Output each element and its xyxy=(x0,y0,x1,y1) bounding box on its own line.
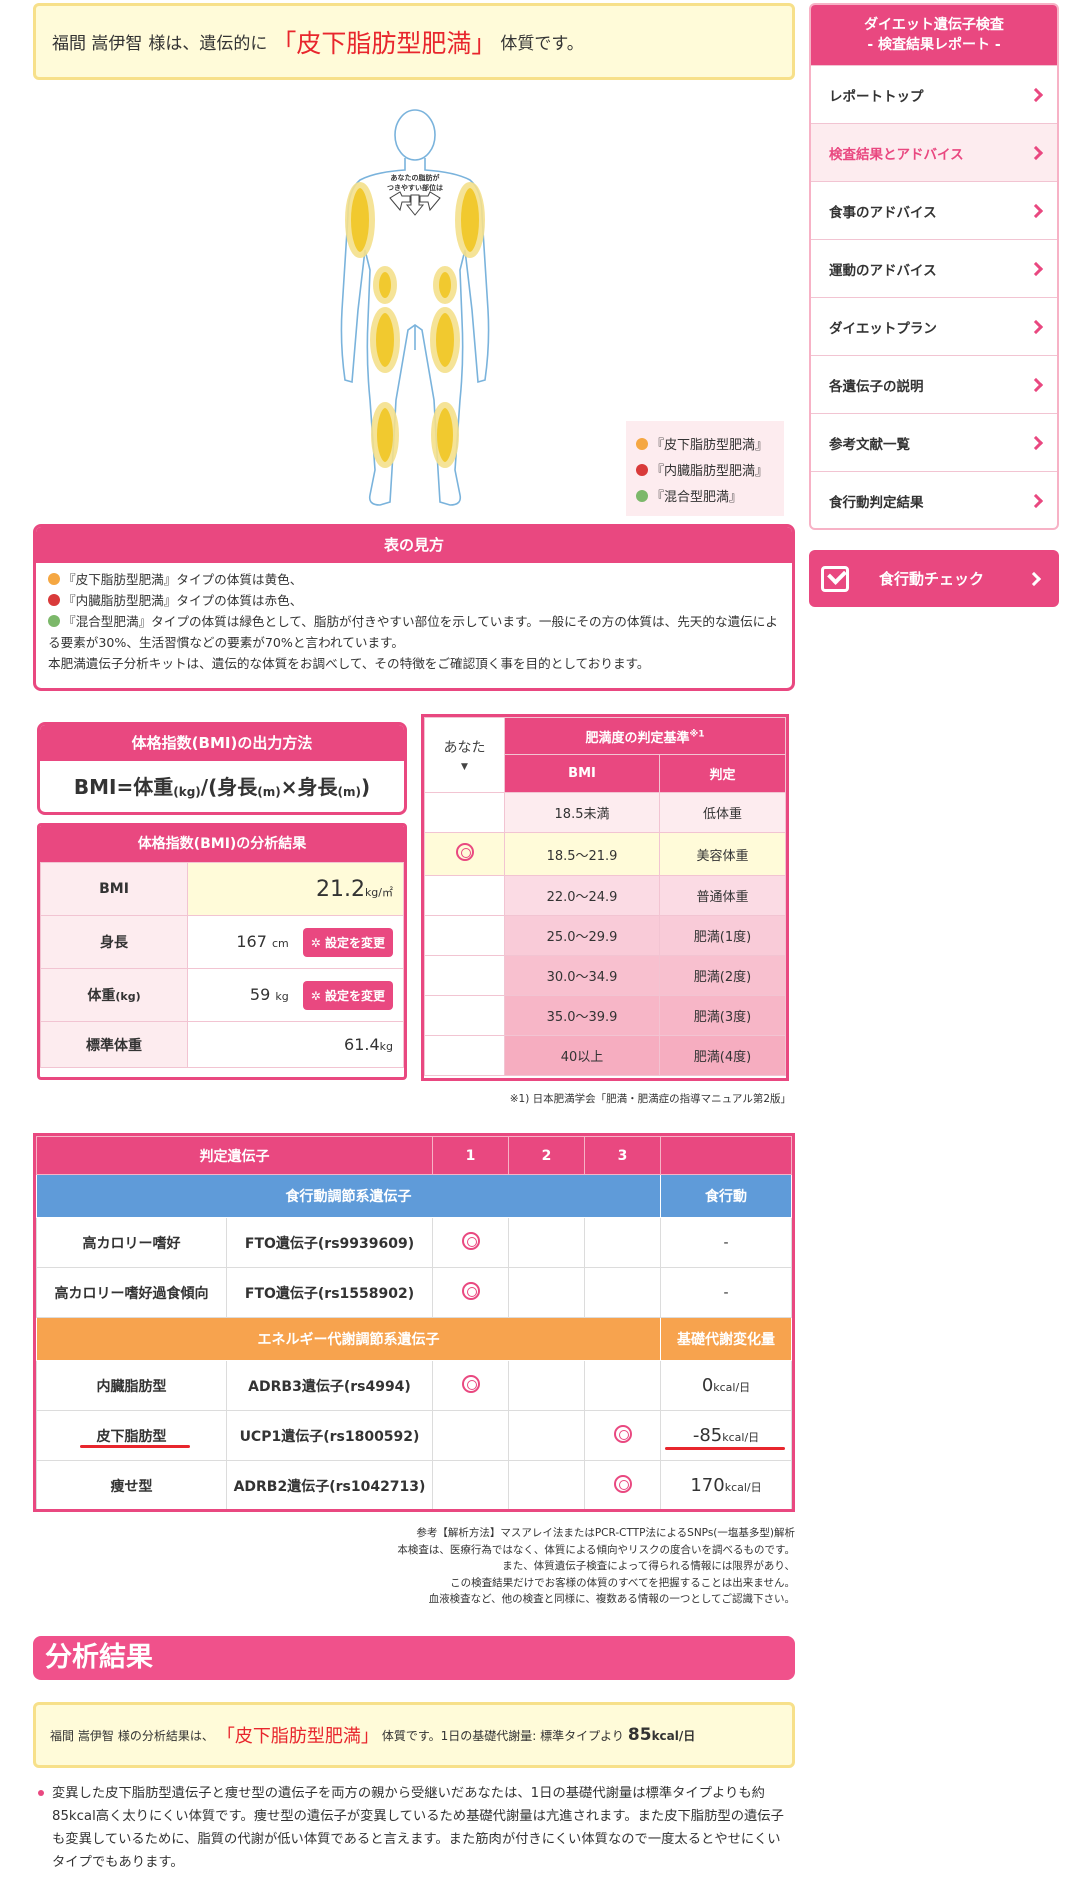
chevron-right-icon xyxy=(1026,571,1042,586)
red-dot-icon xyxy=(48,594,60,606)
bmi-result-panel: 体格指数(BMI)の分析結果 BMI 21.2kg/㎡ 身長 167 cm ✲ 設… xyxy=(37,823,407,1080)
double-circle-icon xyxy=(461,1231,480,1250)
banner-suffix: 体質です。 xyxy=(500,34,584,54)
criteria-col-bmi: BMI xyxy=(503,754,661,793)
legend-item-subcutaneous: 『皮下脂肪型肥満』 xyxy=(636,433,774,459)
eating-check-button[interactable]: 食行動チェック xyxy=(809,550,1059,607)
analysis-text: 変異した皮下脂肪型遺伝子と痩せ型の遺伝子を両方の親から受継いだあなたは、1日の基… xyxy=(38,1782,793,1874)
bmi-value: 21.2 xyxy=(315,876,365,902)
bmi-formula-title: 体格指数(BMI)の出力方法 xyxy=(40,725,404,761)
howto-line-yellow: 『皮下脂肪型肥満』タイプの体質は黄色、 xyxy=(48,569,780,590)
sidebar-item-report-top[interactable]: レポートトップ xyxy=(811,65,1057,123)
standard-weight-value: 61.4 xyxy=(344,1035,380,1054)
standard-weight-row: 標準体重 61.4kg xyxy=(40,1021,404,1068)
red-dot-icon xyxy=(636,464,648,476)
double-circle-icon xyxy=(461,1374,480,1393)
orange-dot-icon xyxy=(636,438,648,450)
gear-icon: ✲ xyxy=(310,935,321,950)
criteria-footnote: ※1) 日本肥満学会「肥満・肥満症の指導マニュアル第2版」 xyxy=(509,1093,791,1105)
criteria-col-judge: 判定 xyxy=(659,754,786,793)
height-value: 167 xyxy=(236,931,267,951)
gene-row: 内臓脂肪型 ADRB3遺伝子(rs4994) 0kcal/日 xyxy=(36,1360,792,1411)
chevron-right-icon xyxy=(1028,261,1044,276)
double-circle-icon xyxy=(613,1474,632,1493)
analysis-heading: 分析結果 xyxy=(33,1636,795,1680)
change-weight-button[interactable]: ✲ 設定を変更 xyxy=(302,980,393,1010)
criteria-title: 肥満度の判定基準※1 xyxy=(504,717,786,755)
chevron-right-icon xyxy=(1028,203,1044,218)
banner-honorific: 様は、遺伝的に xyxy=(148,34,268,54)
sidebar-title: ダイエット遺伝子検査 - 検査結果レポート - xyxy=(811,5,1057,65)
sidebar-item-exercise-advice[interactable]: 運動のアドバイス xyxy=(811,239,1057,297)
sidebar-item-gene-explanation[interactable]: 各遺伝子の説明 xyxy=(811,355,1057,413)
highlight-underline xyxy=(665,1447,785,1450)
analysis-summary: 福間 嵩伊智 様の分析結果は、 「皮下脂肪型肥満」 体質です。1日の基礎代謝量:… xyxy=(33,1702,795,1768)
obesity-criteria-table: あなた ▼ 肥満度の判定基準※1 BMI 判定 18.5未満 低体重 18.5〜2… xyxy=(421,714,789,1081)
chevron-right-icon xyxy=(1028,87,1044,102)
chevron-right-icon xyxy=(1028,377,1044,392)
sidebar-item-diet-plan[interactable]: ダイエットプラン xyxy=(811,297,1057,355)
chevron-right-icon xyxy=(1028,435,1044,450)
body-outline-illustration: あなたの脂肪が つきやすい部位は xyxy=(340,109,490,506)
legend-item-visceral: 『内臓脂肪型肥満』 xyxy=(636,459,774,485)
you-column-header: あなた ▼ xyxy=(424,717,505,793)
green-dot-icon xyxy=(48,615,60,627)
sidebar-item-references[interactable]: 参考文献一覧 xyxy=(811,413,1057,471)
chevron-right-icon xyxy=(1028,319,1044,334)
howto-line-red: 『内臓脂肪型肥満』タイプの体質は赤色、 xyxy=(48,590,780,611)
result-banner: 福間 嵩伊智 様は、遺伝的に 「皮下脂肪型肥満」 体質です。 xyxy=(33,3,795,80)
green-dot-icon xyxy=(636,490,648,502)
banner-type: 「皮下脂肪型肥満」 xyxy=(271,28,497,58)
section-energy-metabolism: エネルギー代謝調節系遺伝子 xyxy=(36,1317,661,1361)
double-circle-icon xyxy=(455,843,474,861)
howto-line-green: 『混合型肥満』タイプの体質は緑色として、脂肪が付きやすい部位を示しています。一般… xyxy=(48,614,778,650)
how-to-read-panel: 表の見方 『皮下脂肪型肥満』タイプの体質は黄色、 『内臓脂肪型肥満』タイプの体質… xyxy=(33,524,795,691)
orange-dot-icon xyxy=(48,573,60,585)
checkbox-icon xyxy=(821,565,849,592)
sidebar-item-results-advice[interactable]: 検査結果とアドバイス xyxy=(811,123,1057,181)
gene-row: 高カロリー嗜好 FTO遺伝子(rs9939609) - xyxy=(36,1217,792,1268)
callout-line2: つきやすい部位は xyxy=(387,183,443,192)
chevron-right-icon xyxy=(1028,145,1044,160)
weight-row: 体重(kg) 59 kg ✲ 設定を変更 xyxy=(40,968,404,1022)
body-figure: あなたの脂肪が つきやすい部位は xyxy=(330,100,500,520)
gene-row: 高カロリー嗜好過食傾向 FTO遺伝子(rs1558902) - xyxy=(36,1267,792,1318)
double-circle-icon xyxy=(613,1424,632,1443)
how-to-read-title: 表の見方 xyxy=(36,527,792,563)
howto-line-purpose: 本肥満遺伝子分析キットは、遺伝的な体質をお調べして、その特徴をご確認頂く事を目的… xyxy=(48,656,650,671)
sidebar-item-diet-advice[interactable]: 食事のアドバイス xyxy=(811,181,1057,239)
double-circle-icon xyxy=(461,1281,480,1300)
highlight-underline xyxy=(80,1445,190,1448)
obesity-type-legend: 『皮下脂肪型肥満』 『内臓脂肪型肥満』 『混合型肥満』 xyxy=(626,421,784,516)
weight-value: 59 xyxy=(249,984,271,1004)
gene-row: 痩せ型 ADRB2遺伝子(rs1042713) 170kcal/日 xyxy=(36,1460,792,1509)
banner-name: 福間 嵩伊智 xyxy=(52,34,143,54)
bmi-formula: BMI=体重(kg)/(身長(m)×身長(m)) xyxy=(73,775,371,799)
bmi-row: BMI 21.2kg/㎡ xyxy=(40,862,404,916)
triangle-down-icon: ▼ xyxy=(461,762,468,772)
gene-row: 皮下脂肪型 UCP1遺伝子(rs1800592) -85kcal/日 xyxy=(36,1410,792,1461)
legend-item-mixed: 『混合型肥満』 xyxy=(636,485,774,511)
callout-line1: あなたの脂肪が xyxy=(391,173,440,182)
criteria-row-current: 18.5〜21.9 美容体重 xyxy=(424,832,786,876)
bmi-result-title: 体格指数(BMI)の分析結果 xyxy=(40,826,404,862)
chevron-right-icon xyxy=(1028,493,1044,508)
sidebar-nav: ダイエット遺伝子検査 - 検査結果レポート - レポートトップ 検査結果とアドバ… xyxy=(809,3,1059,530)
gear-icon: ✲ xyxy=(310,988,321,1003)
change-height-button[interactable]: ✲ 設定を変更 xyxy=(302,927,393,957)
method-notes: 参考【解析方法】マスアレイ法またはPCR-CTTP法によるSNPs(一塩基多型)… xyxy=(397,1527,795,1605)
gene-col-header: 判定遺伝子 xyxy=(36,1136,433,1175)
gene-table: 判定遺伝子 1 2 3 食行動調節系遺伝子 食行動 高カロリー嗜好 FTO遺伝子… xyxy=(33,1133,795,1512)
section-eating-behavior: 食行動調節系遺伝子 xyxy=(36,1174,661,1218)
bmi-formula-panel: 体格指数(BMI)の出力方法 BMI=体重(kg)/(身長(m)×身長(m)) xyxy=(37,722,407,815)
height-row: 身長 167 cm ✲ 設定を変更 xyxy=(40,915,404,969)
sidebar-item-eating-result[interactable]: 食行動判定結果 xyxy=(811,471,1057,528)
